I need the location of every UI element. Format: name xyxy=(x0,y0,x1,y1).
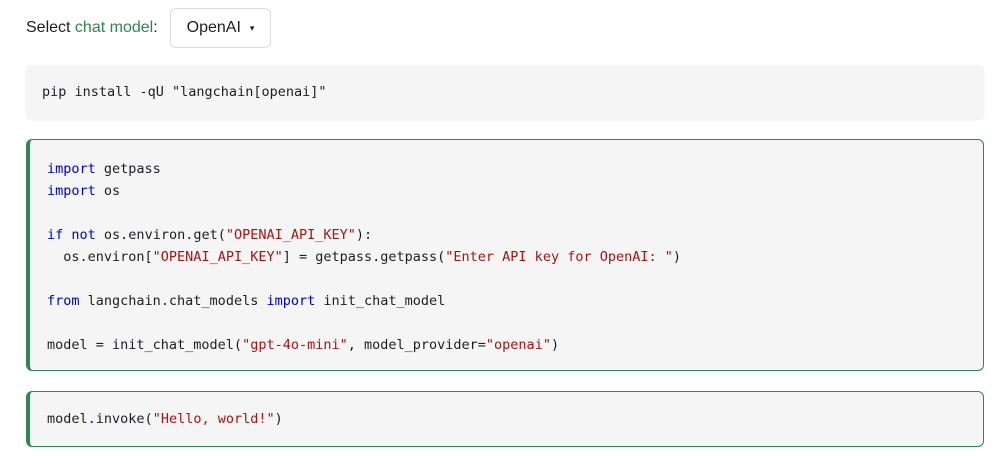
code-keyword: import xyxy=(47,183,96,199)
setup-code-lines: import getpass import os if not os.enviro… xyxy=(47,158,983,356)
selector-label-suffix: : xyxy=(153,19,158,36)
code-string: "Enter API key for OpenAI: " xyxy=(445,249,673,265)
code-keyword: import xyxy=(47,161,96,177)
selector-label-prefix: Select xyxy=(26,19,75,36)
code-text: ] = getpass.getpass( xyxy=(282,249,446,265)
install-code-block: pip install -qU "langchain[openai]" xyxy=(26,65,984,119)
caret-down-icon: ▾ xyxy=(249,22,255,33)
code-text: , model_provider= xyxy=(347,337,486,353)
invoke-code-line: model.invoke("Hello, world!") xyxy=(47,411,283,427)
code-identifier: model xyxy=(47,411,88,427)
code-operator: . xyxy=(87,411,96,427)
code-line: if not os.environ.get("OPENAI_API_KEY"): xyxy=(47,224,983,246)
chat-model-selector: Select chat model: OpenAI ▾ xyxy=(26,7,272,49)
code-text: getpass xyxy=(95,161,161,177)
code-string: "OPENAI_API_KEY" xyxy=(152,249,283,265)
selector-label: Select chat model: xyxy=(26,19,158,37)
chat-model-link[interactable]: chat model xyxy=(75,19,153,36)
code-identifier: invoke( xyxy=(95,411,153,427)
code-line: import getpass xyxy=(47,158,983,180)
code-text: model = init_chat_model( xyxy=(47,337,243,353)
setup-code-block: import getpass import os if not os.enviro… xyxy=(26,139,984,371)
code-text: ) xyxy=(672,249,681,265)
code-text: os xyxy=(95,183,121,199)
provider-dropdown[interactable]: OpenAI ▾ xyxy=(169,8,272,48)
code-string: "OPENAI_API_KEY" xyxy=(225,227,356,243)
install-command: pip install -qU "langchain[openai]" xyxy=(42,84,327,100)
code-text: langchain.chat_models xyxy=(79,293,267,309)
code-identifier: ) xyxy=(274,411,283,427)
code-keyword: if xyxy=(47,227,64,243)
code-string: "gpt-4o-mini" xyxy=(242,337,348,353)
code-keyword: from xyxy=(47,293,80,309)
code-keyword: not xyxy=(71,227,96,243)
code-string: "openai" xyxy=(485,337,551,353)
code-text: ): xyxy=(355,227,373,243)
code-line: from langchain.chat_models import init_c… xyxy=(47,290,983,312)
code-line: import os xyxy=(47,180,983,202)
code-text: os.environ.get( xyxy=(95,227,226,243)
provider-dropdown-value: OpenAI xyxy=(186,19,241,36)
code-text: os.environ[ xyxy=(47,249,153,265)
code-keyword: import xyxy=(266,293,316,309)
code-line: model = init_chat_model("gpt-4o-mini", m… xyxy=(47,334,983,356)
code-line: os.environ["OPENAI_API_KEY"] = getpass.g… xyxy=(47,246,983,268)
invoke-code-block: model.invoke("Hello, world!") xyxy=(26,391,984,447)
code-text: ) xyxy=(550,337,560,353)
code-string: "Hello, world!" xyxy=(152,411,275,427)
code-text: init_chat_model xyxy=(315,293,446,309)
